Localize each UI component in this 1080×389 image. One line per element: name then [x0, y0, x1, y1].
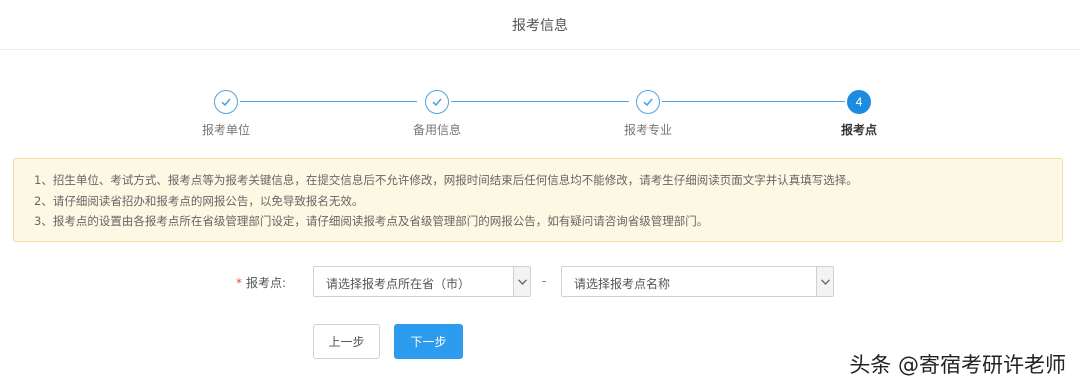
exam-site-row: * 报考点: 请选择报考点所在省（市） - 请选择报考点名称 [0, 266, 1080, 298]
step-3-check-icon [636, 90, 660, 114]
chevron-down-icon[interactable] [513, 267, 530, 296]
next-step-button[interactable]: 下一步 [394, 324, 463, 359]
step-label-4: 报考点 [840, 123, 878, 137]
progress-steps: 4 报考单位 备用信息 报考专业 报考点 [0, 88, 1080, 138]
step-label-2: 备用信息 [412, 123, 462, 137]
select-separator: - [542, 274, 547, 288]
exam-site-label: * 报考点: [236, 274, 286, 291]
exam-site-label-text: 报考点: [246, 276, 287, 290]
notice-line-3: 3、报考点的设置由各报考点所在省级管理部门设定，请仔细阅读报考点及省级管理部门的… [34, 214, 709, 228]
site-select[interactable]: 请选择报考点名称 [561, 266, 834, 297]
step-1-check-icon [214, 90, 238, 114]
province-select[interactable]: 请选择报考点所在省（市） [313, 266, 531, 297]
notice-line-2: 2、请仔细阅读省招办和报考点的网报公告，以免导致报名无效。 [34, 193, 364, 208]
prev-step-button[interactable]: 上一步 [313, 324, 380, 359]
step-connector [451, 101, 629, 102]
step-4-number: 4 [847, 90, 871, 114]
step-connector [240, 101, 417, 102]
page-title: 报考信息 [512, 17, 568, 34]
step-label-1: 报考单位 [201, 123, 251, 137]
step-2-check-icon [425, 90, 449, 114]
step-connector [662, 101, 845, 102]
notice-line-1: 1、招生单位、考试方式、报考点等为报考关键信息，在提交信息后不允许修改，网报时间… [34, 173, 858, 187]
page-header: 报考信息 [0, 0, 1080, 50]
province-select-value: 请选择报考点所在省（市） [326, 277, 471, 291]
site-select-value: 请选择报考点名称 [574, 277, 671, 291]
required-mark: * [236, 276, 242, 290]
chevron-down-icon[interactable] [816, 267, 833, 296]
step-label-3: 报考专业 [623, 123, 673, 137]
watermark-text: 头条 @寄宿考研许老师 [849, 353, 1066, 377]
notice-box: 1、招生单位、考试方式、报考点等为报考关键信息，在提交信息后不允许修改，网报时间… [13, 158, 1063, 242]
